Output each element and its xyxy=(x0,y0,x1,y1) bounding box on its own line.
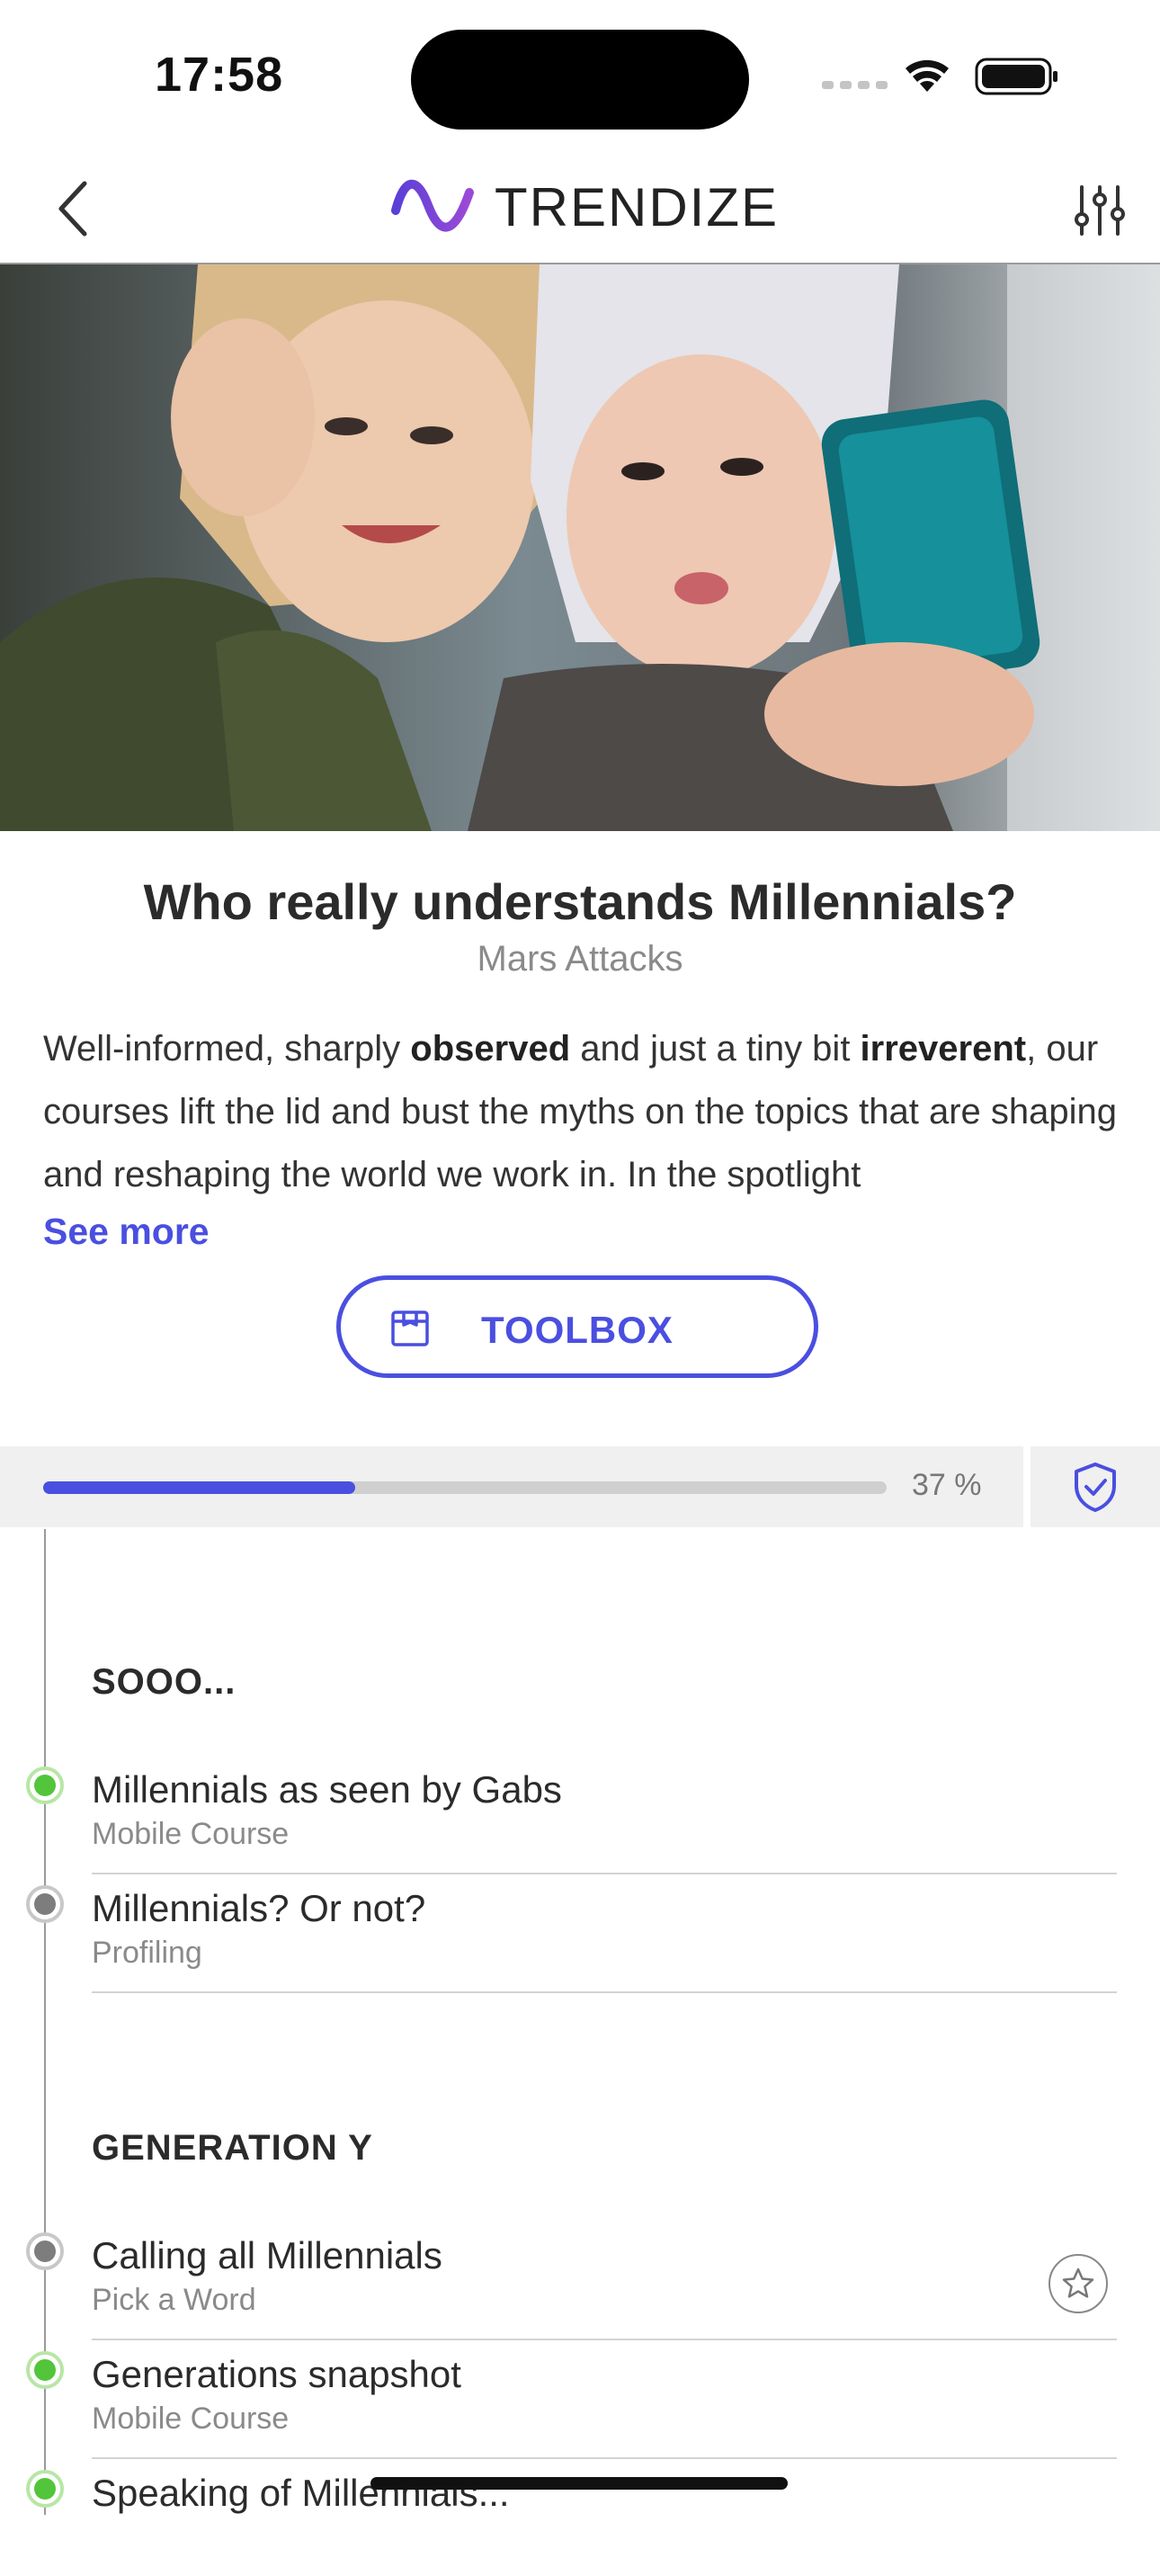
toolbox-button[interactable]: TOOLBOX xyxy=(336,1275,818,1378)
brand-name: TRENDIZE xyxy=(495,176,779,237)
list-item[interactable]: Millennials? Or not? Profiling xyxy=(92,1874,1117,1993)
progress-row: 37 % xyxy=(0,1446,1023,1527)
certificate-button[interactable] xyxy=(1031,1446,1160,1527)
list-item[interactable]: Calling all Millennials Pick a Word xyxy=(92,2222,1117,2340)
pending-status-icon xyxy=(26,1885,64,1923)
completed-status-icon xyxy=(26,2351,64,2389)
course-description: Well-informed, sharply observed and just… xyxy=(43,1029,1118,1194)
back-button[interactable] xyxy=(36,173,108,245)
navigation-bar: TRENDIZE xyxy=(0,153,1160,264)
status-time: 17:58 xyxy=(155,48,284,102)
favorite-button[interactable] xyxy=(1048,2254,1108,2313)
item-type: Mobile Course xyxy=(92,1817,290,1851)
course-author: Mars Attacks xyxy=(477,939,683,979)
item-title: Calling all Millennials xyxy=(92,2234,442,2276)
progress-fill xyxy=(43,1481,356,1494)
item-title: Millennials? Or not? xyxy=(92,1887,426,1929)
list-item[interactable]: Generations snapshot Mobile Course xyxy=(92,2340,1117,2459)
item-type: Mobile Course xyxy=(92,2402,290,2436)
trendize-logo-icon xyxy=(391,179,474,232)
shield-check-icon xyxy=(1075,1462,1116,1512)
home-indicator[interactable] xyxy=(370,2477,788,2490)
list-item[interactable]: Millennials as seen by Gabs Mobile Cours… xyxy=(92,1756,1117,1874)
dynamic-island xyxy=(411,30,749,130)
chevron-left-icon xyxy=(58,181,87,237)
item-title: Generations snapshot xyxy=(92,2353,461,2395)
section-title: SOOO... xyxy=(92,1662,236,1702)
status-bar: 17:58 xyxy=(0,0,1160,153)
wifi-icon xyxy=(906,59,949,92)
item-type: Pick a Word xyxy=(92,2283,256,2317)
sliders-icon xyxy=(1075,185,1125,236)
status-icons xyxy=(818,54,1061,101)
section-title: GENERATION Y xyxy=(92,2128,373,2168)
battery-icon xyxy=(975,58,1057,95)
toolbox-label: TOOLBOX xyxy=(481,1309,674,1351)
progress-percent: 37 % xyxy=(912,1468,982,1502)
progress-bar xyxy=(43,1481,887,1494)
item-type: Profiling xyxy=(92,1936,202,1970)
see-more-link[interactable]: See more xyxy=(43,1211,210,1253)
completed-status-icon xyxy=(26,1767,64,1804)
filter-button[interactable] xyxy=(1061,174,1138,246)
cellular-signal-icon xyxy=(822,81,888,89)
completed-status-icon xyxy=(26,2470,64,2508)
hero-image xyxy=(0,264,1160,831)
course-title: Who really understands Millennials? xyxy=(143,873,1017,930)
pending-status-icon xyxy=(26,2232,64,2270)
brand: TRENDIZE xyxy=(390,165,779,248)
star-icon xyxy=(1062,2267,1094,2298)
item-title: Millennials as seen by Gabs xyxy=(92,1768,562,1811)
